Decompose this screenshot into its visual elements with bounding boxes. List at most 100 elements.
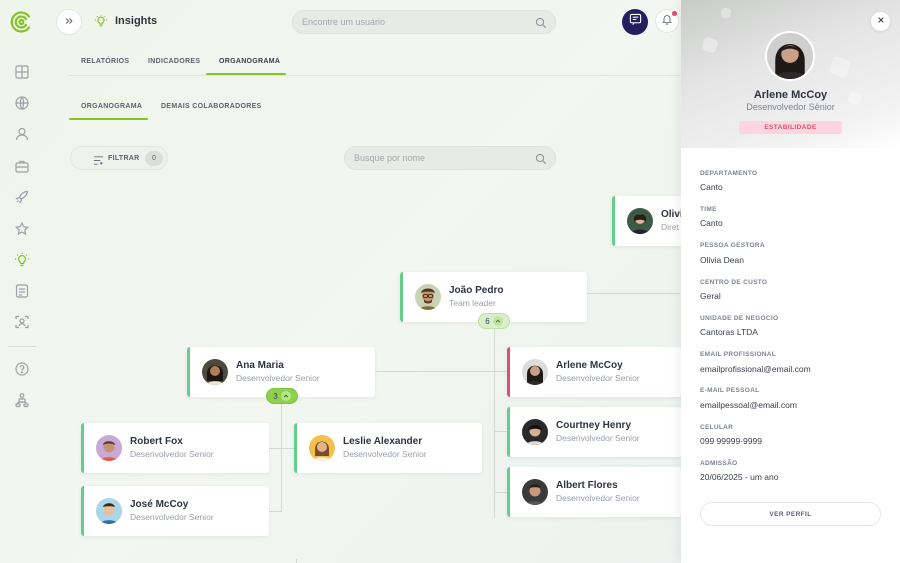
- connector-line: [494, 431, 508, 432]
- children-count: 6: [485, 316, 490, 326]
- panel-employee-role: Desenvolvedor Sênior: [746, 102, 835, 112]
- chevrons-right-icon: [64, 15, 74, 29]
- avatar: [202, 359, 228, 385]
- org-card-courtney-henry[interactable]: Courtney Henry Desenvolvedor Senior: [507, 407, 681, 457]
- field-label-unidade-de-negocio: UNIDADE DE NEGÓCIO: [700, 315, 779, 322]
- org-card-jose-mccoy[interactable]: José McCoy Desenvolvedor Senior: [81, 486, 269, 536]
- background-shape: [828, 55, 852, 79]
- avatar: [522, 359, 548, 385]
- field-value-email-pessoal: emailpessoal@email.com: [700, 400, 797, 410]
- tabs-divider: [68, 75, 680, 76]
- field-label-departamento: DEPARTAMENTO: [700, 170, 758, 177]
- logo-icon[interactable]: [10, 10, 34, 34]
- avatar: [309, 435, 335, 461]
- org-card-arlene-mccoy[interactable]: Arlene McCoy Desenvolvedor Senior: [507, 347, 681, 397]
- rocket-icon[interactable]: [14, 189, 30, 205]
- card-role: Desenvolvedor Senior: [130, 512, 214, 522]
- field-value-celular: 099 99999-9999: [700, 436, 762, 446]
- avatar: [415, 284, 441, 310]
- filter-count-badge: 0: [145, 151, 163, 166]
- field-label-time: TIME: [700, 206, 717, 213]
- card-role: Desenvolvedor Senior: [556, 493, 640, 503]
- subtab-demais-colaboradores[interactable]: DEMAIS COLABORADORES: [161, 103, 262, 110]
- avatar: [765, 31, 815, 81]
- lightbulb-icon[interactable]: [14, 252, 30, 268]
- star-icon[interactable]: [14, 221, 30, 237]
- card-name: Robert Fox: [130, 436, 183, 447]
- page-title: Insights: [115, 15, 158, 27]
- field-label-centro-de-custo: CENTRO DE CUSTO: [700, 279, 768, 286]
- employee-detail-panel: Arlene McCoy Desenvolvedor Sênior ESTABI…: [681, 0, 900, 563]
- card-role: Desenvolvedor Senior: [556, 373, 640, 383]
- notifications-button[interactable]: [655, 9, 679, 33]
- field-value-email-profissional: emailprofissional@email.com: [700, 364, 811, 374]
- dashboard-icon[interactable]: [14, 64, 30, 80]
- background-shape: [701, 36, 719, 54]
- connector-line: [494, 328, 495, 518]
- tab-indicadores[interactable]: INDICADORES: [148, 58, 200, 65]
- briefcase-icon[interactable]: [14, 158, 30, 174]
- filter-label: FILTRAR: [108, 155, 140, 162]
- connector-line: [281, 404, 282, 512]
- status-badge: ESTABILIDADE: [739, 121, 842, 134]
- avatar: [627, 208, 653, 234]
- field-value-departamento: Canto: [700, 182, 723, 192]
- card-name: Arlene McCoy: [556, 360, 623, 371]
- connector-line: [269, 511, 282, 512]
- chevron-up-icon: [280, 391, 291, 401]
- subtab-organograma[interactable]: ORGANOGRAMA: [81, 103, 142, 110]
- field-value-centro-de-custo: Geral: [700, 291, 721, 301]
- search-icon[interactable]: [535, 16, 547, 29]
- filter-button[interactable]: FILTRAR 0: [70, 146, 168, 170]
- org-card-leslie-alexander[interactable]: Leslie Alexander Desenvolvedor Senior: [294, 423, 482, 473]
- connector-line: [587, 293, 681, 294]
- sidebar: [0, 0, 44, 563]
- connector-line: [494, 371, 508, 372]
- field-value-pessoa-gestora: Olivia Dean: [700, 255, 744, 265]
- card-name: João Pedro: [449, 285, 504, 296]
- org-card-robert-fox[interactable]: Robert Fox Desenvolvedor Senior: [81, 423, 269, 473]
- connector-line: [296, 559, 297, 563]
- card-name: Courtney Henry: [556, 420, 632, 431]
- help-icon[interactable]: [14, 361, 30, 377]
- avatar: [522, 479, 548, 505]
- card-name: Leslie Alexander: [343, 436, 423, 447]
- card-role: Desenvolvedor Senior: [343, 449, 427, 459]
- expand-children-button[interactable]: 6: [478, 313, 510, 329]
- field-value-admissao: 20/06/2025 - um ano: [700, 472, 779, 482]
- expand-children-button[interactable]: 3: [266, 388, 298, 404]
- card-name: José McCoy: [130, 499, 189, 510]
- scan-user-icon[interactable]: [14, 314, 30, 330]
- connector-line: [269, 448, 296, 449]
- card-role: Team leader: [449, 298, 496, 308]
- user-search-input[interactable]: [293, 11, 529, 33]
- close-panel-button[interactable]: [871, 12, 890, 31]
- field-value-unidade-de-negocio: Cantoras LTDA: [700, 327, 758, 337]
- sidebar-divider: [8, 346, 36, 347]
- card-role: Diret: [661, 222, 679, 232]
- children-count: 3: [273, 391, 278, 401]
- view-profile-button[interactable]: VER PERFIL: [700, 502, 881, 526]
- user-icon[interactable]: [14, 126, 30, 142]
- bell-icon: [661, 12, 673, 30]
- org-card-albert-flores[interactable]: Albert Flores Desenvolvedor Senior: [507, 467, 681, 517]
- card-role: Desenvolvedor Senior: [556, 433, 640, 443]
- active-subtab-indicator: [69, 118, 148, 120]
- search-icon[interactable]: [535, 152, 547, 165]
- collapse-sidebar-button[interactable]: [56, 9, 82, 35]
- card-role: Desenvolvedor Senior: [130, 449, 214, 459]
- avatar: [522, 419, 548, 445]
- tab-relatorios[interactable]: RELATÓRIOS: [81, 58, 129, 65]
- tab-organograma[interactable]: ORGANOGRAMA: [219, 58, 280, 65]
- globe-icon[interactable]: [14, 95, 30, 111]
- field-label-email-profissional: EMAIL PROFISSIONAL: [700, 351, 777, 358]
- chevron-up-icon: [492, 316, 503, 326]
- field-label-email-pessoal: E-MAIL PESSOAL: [700, 387, 760, 394]
- document-icon[interactable]: [14, 283, 30, 299]
- field-value-time: Canto: [700, 218, 723, 228]
- chat-button[interactable]: [622, 9, 648, 35]
- chat-icon: [629, 13, 642, 31]
- network-icon[interactable]: [14, 392, 30, 408]
- background-shape: [719, 6, 733, 20]
- org-search-input[interactable]: [345, 147, 535, 169]
